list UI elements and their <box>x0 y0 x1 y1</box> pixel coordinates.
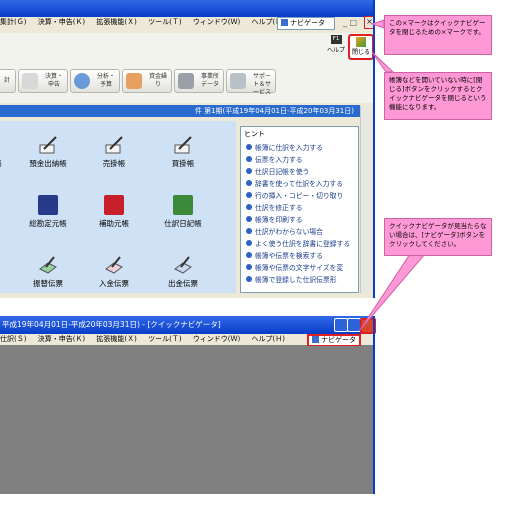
callout-pointer <box>359 253 427 331</box>
callout-close-mark: この×マークはクイックナビゲータを閉じるための×マークです。 <box>384 15 492 55</box>
callout-pointer <box>371 51 395 73</box>
callout-close-button: 帳簿などを開いていない時に[閉じる]ボタンをクリックするとクイックナビゲータを閉… <box>384 72 492 120</box>
callout-pointer <box>370 19 385 29</box>
callout-navigator: クイックナビゲータが見当たらない場合は、[ナビゲータ]ボタンをクリックしてくださ… <box>384 218 492 256</box>
